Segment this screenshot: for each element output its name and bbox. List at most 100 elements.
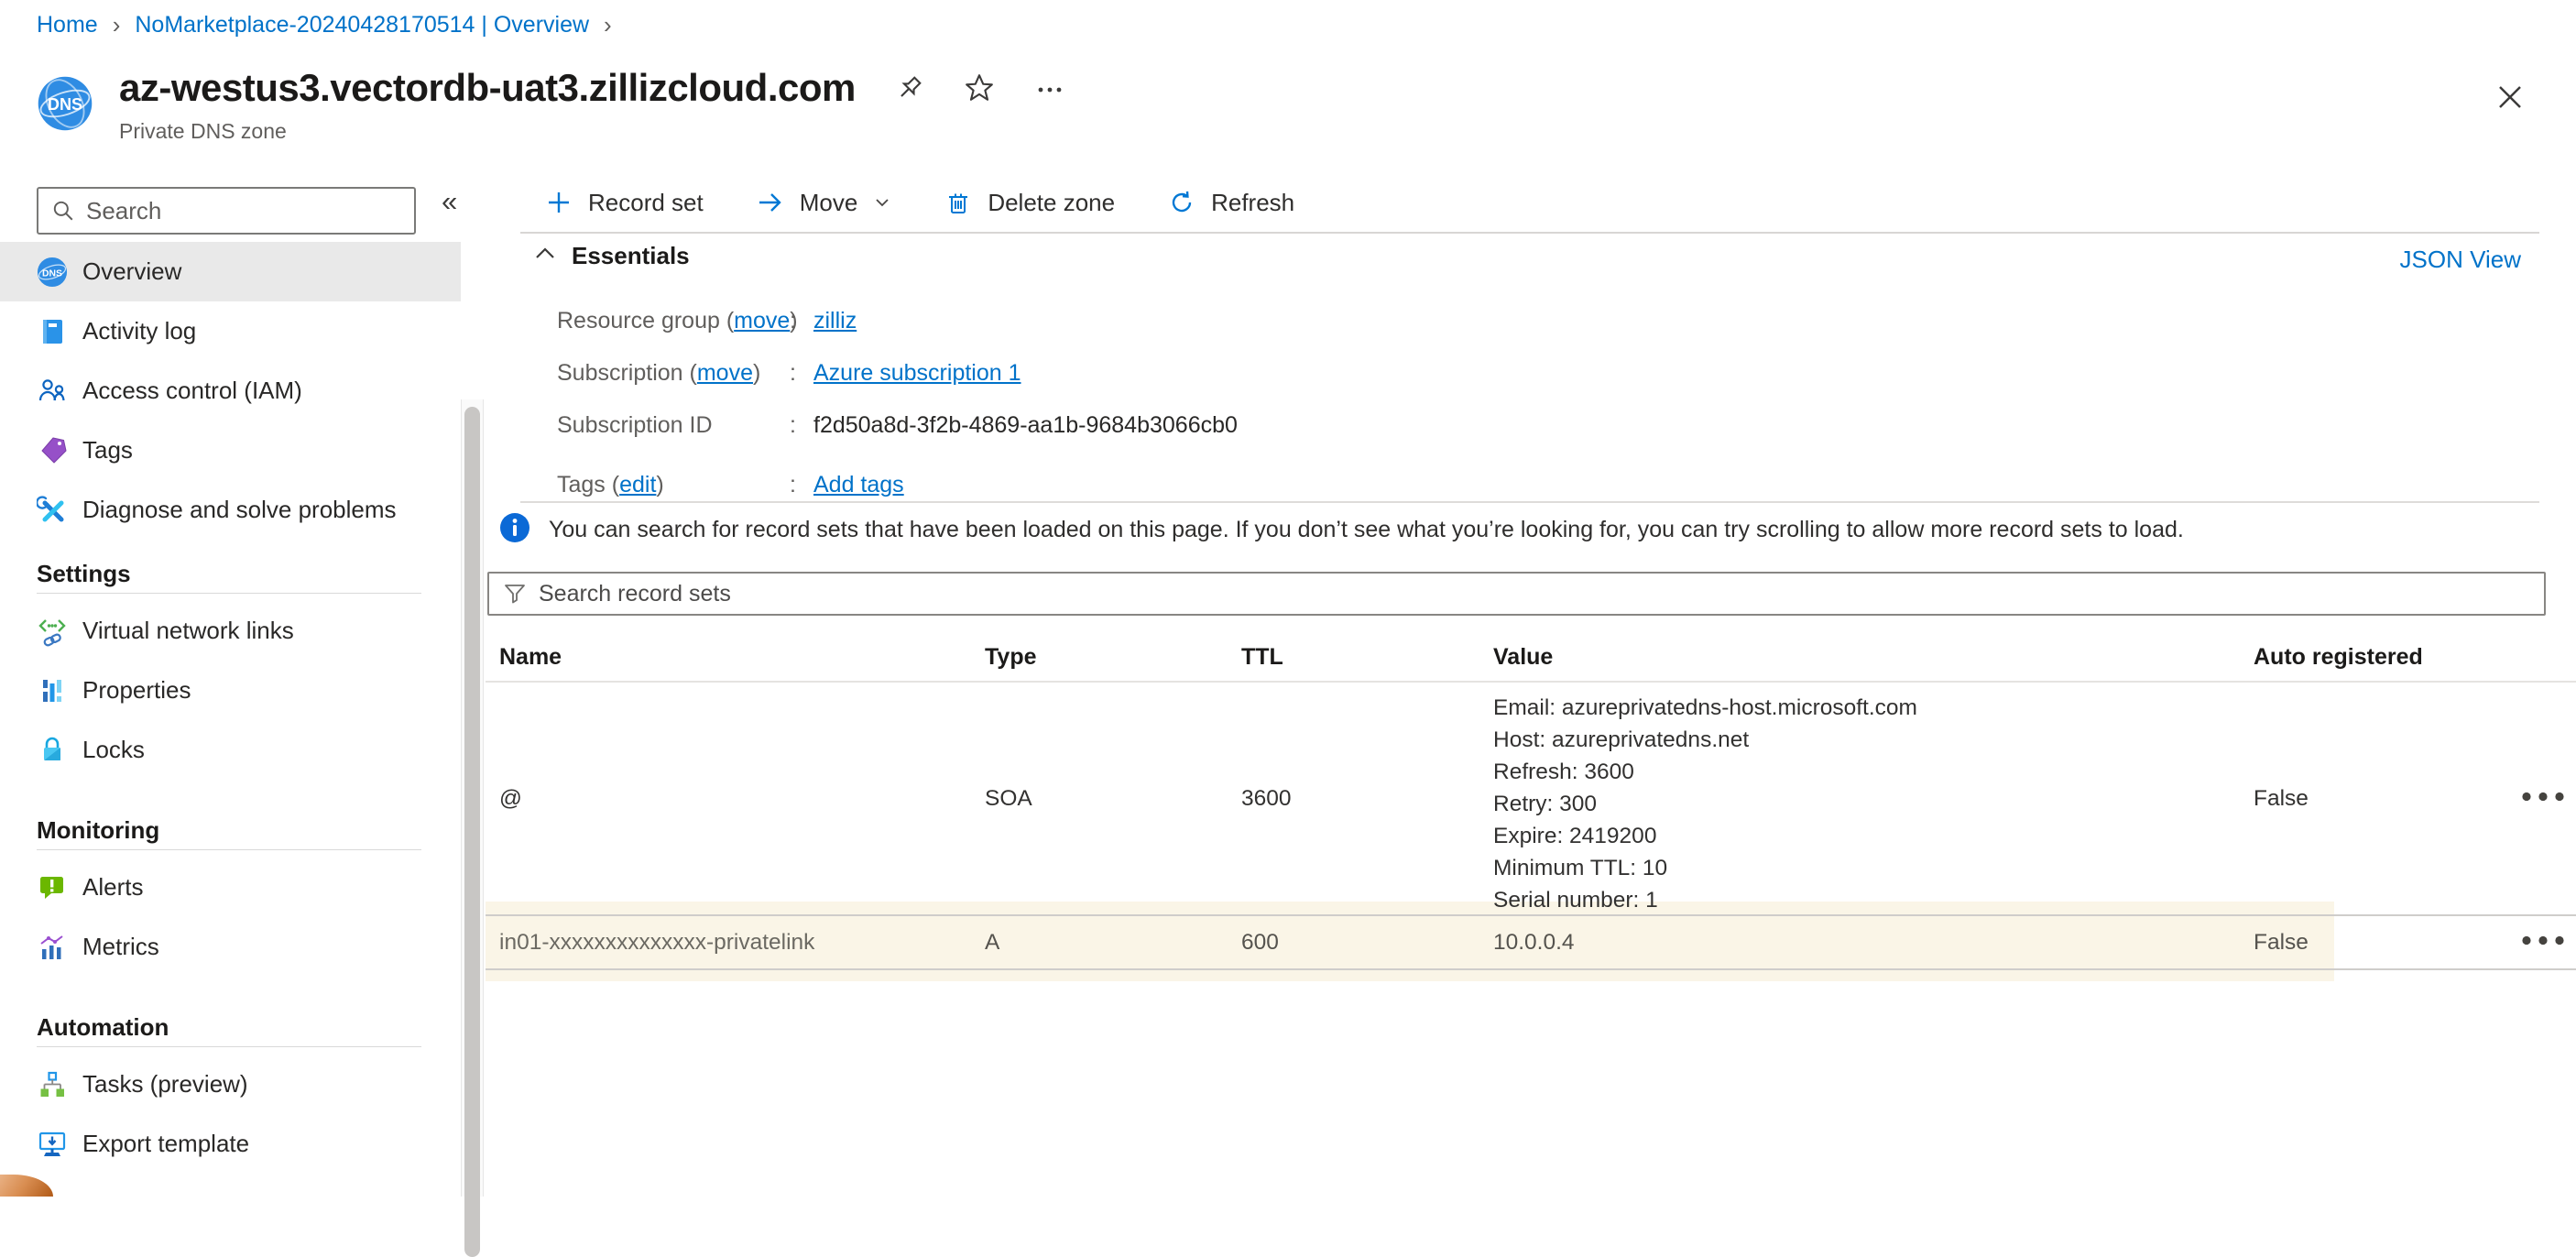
breadcrumb-separator: › (604, 11, 612, 39)
sidebar-item-tasks[interactable]: Tasks (preview) (0, 1055, 461, 1114)
divider (37, 1046, 421, 1047)
sidebar-item-label: Export template (82, 1130, 249, 1158)
diagnose-tools-icon (37, 495, 68, 526)
info-icon (499, 512, 530, 548)
subscription-value-link[interactable]: Azure subscription 1 (813, 360, 1021, 386)
divider (37, 849, 421, 850)
essentials-row-tags: Tags (edit) : Add tags (557, 459, 2521, 511)
sidebar-item-label: Tasks (preview) (82, 1070, 248, 1099)
add-tags-link[interactable]: Add tags (813, 472, 904, 497)
refresh-label: Refresh (1211, 189, 1294, 217)
record-name: @ (499, 786, 522, 812)
tags-edit-link[interactable]: edit (619, 472, 656, 497)
sidebar-item-overview[interactable]: DNS Overview (0, 242, 461, 301)
sidebar-item-label: Overview (82, 257, 181, 286)
essentials-row-subscription-id: Subscription ID : f2d50a8d-3f2b-4869-aa1… (557, 399, 2521, 452)
record-set-search-input[interactable] (539, 581, 2544, 607)
record-value: 10.0.0.4 (1493, 930, 1575, 956)
delete-zone-label: Delete zone (988, 189, 1115, 217)
refresh-button[interactable]: Refresh (1168, 189, 1294, 217)
page-header: DNS az-westus3.vectordb-uat3.zillizcloud… (37, 66, 1066, 144)
resource-menu: « DNS Overview (0, 174, 484, 1197)
sidebar-item-access-control[interactable]: Access control (IAM) (0, 361, 461, 421)
essentials-grid: Resource group (move) : zilliz Subscript… (557, 295, 2521, 511)
filter-icon (502, 581, 528, 607)
record-type: SOA (985, 786, 1032, 812)
record-auto-registered: False (2254, 786, 2309, 812)
sidebar-item-label: Diagnose and solve problems (82, 496, 397, 524)
sidebar-item-alerts[interactable]: Alerts (0, 858, 461, 917)
export-template-icon (37, 1129, 68, 1160)
sidebar-item-activity-log[interactable]: Activity log (0, 301, 461, 361)
more-options-icon[interactable] (1033, 72, 1066, 104)
sidebar-item-metrics[interactable]: Metrics (0, 917, 461, 977)
close-icon[interactable] (2490, 77, 2534, 121)
column-header-auto-registered: Auto registered (2254, 632, 2423, 683)
resource-group-move-link[interactable]: move (734, 308, 790, 333)
divider (520, 232, 2539, 234)
sidebar-item-virtual-network-links[interactable]: Virtual network links (0, 601, 461, 661)
row-more-options-icon[interactable] (2519, 934, 2576, 951)
command-bar: Record set Move (545, 174, 1348, 231)
subscription-id-label: Subscription ID (557, 412, 713, 438)
breadcrumb-resource-link[interactable]: NoMarketplace-20240428170514 | Overview (135, 12, 589, 38)
azure-portal-blade: Home › NoMarketplace-20240428170514 | Ov… (0, 0, 2576, 1197)
trash-icon (944, 189, 972, 216)
column-header-value: Value (1493, 632, 1553, 683)
sidebar-item-label: Metrics (82, 933, 159, 961)
sidebar-item-export-template[interactable]: Export template (0, 1114, 461, 1174)
divider (520, 501, 2539, 503)
overview-blade-content: Record set Move (486, 174, 2576, 1197)
sidebar-item-label: Alerts (82, 873, 143, 902)
json-view-link[interactable]: JSON View (2400, 246, 2521, 274)
sidebar-item-label: Virtual network links (82, 617, 294, 645)
record-set-button[interactable]: Record set (545, 189, 704, 217)
sidebar-item-locks[interactable]: Locks (0, 720, 461, 780)
record-ttl: 3600 (1241, 786, 1292, 812)
column-header-ttl: TTL (1241, 632, 1283, 683)
arrow-right-icon (757, 189, 784, 216)
record-auto-registered: False (2254, 930, 2309, 956)
breadcrumb: Home › NoMarketplace-20240428170514 | Ov… (37, 11, 612, 39)
sidebar-item-label: Tags (82, 436, 133, 465)
dns-globe-icon: DNS (37, 257, 68, 288)
favorite-star-icon[interactable] (964, 72, 995, 104)
sidebar-item-properties[interactable]: Properties (0, 661, 461, 720)
sidebar-section-monitoring: Monitoring (37, 811, 484, 849)
record-set-label: Record set (588, 189, 704, 217)
record-type: A (985, 930, 999, 956)
record-ttl: 600 (1241, 930, 1279, 956)
column-header-type: Type (985, 632, 1037, 683)
essentials-row-resource-group: Resource group (move) : zilliz (557, 295, 2521, 347)
menu-search-input[interactable] (86, 197, 379, 225)
table-row-a-record[interactable]: in01-xxxxxxxxxxxxxx-privatelink A 600 10… (486, 914, 2576, 970)
sidebar-scrollbar-thumb[interactable] (464, 407, 480, 1257)
row-more-options-icon[interactable] (2519, 790, 2576, 807)
table-row-soa[interactable]: @ SOA 3600 Email: azureprivatedns-host.m… (486, 683, 2576, 914)
resource-group-label: Resource group ( (557, 308, 734, 333)
sidebar-section-automation: Automation (37, 1008, 484, 1046)
sidebar-item-tags[interactable]: Tags (0, 421, 461, 480)
record-sets-table: Name Type TTL Value Auto registered @ SO… (486, 632, 2576, 970)
record-set-search-box (487, 572, 2546, 616)
breadcrumb-home-link[interactable]: Home (37, 12, 98, 38)
menu-items: DNS Overview Activity log (0, 242, 484, 1174)
svg-text:DNS: DNS (48, 95, 82, 114)
essentials-title: Essentials (572, 242, 690, 270)
delete-zone-button[interactable]: Delete zone (944, 189, 1115, 217)
page-title: az-westus3.vectordb-uat3.zillizcloud.com (119, 66, 856, 110)
svg-text:DNS: DNS (42, 268, 62, 279)
sidebar-section-settings: Settings (37, 554, 484, 593)
column-header-name: Name (499, 632, 562, 683)
collapse-sidebar-icon[interactable]: « (442, 185, 457, 218)
sidebar-item-diagnose[interactable]: Diagnose and solve problems (0, 480, 461, 540)
move-button[interactable]: Move (757, 189, 892, 217)
record-name: in01-xxxxxxxxxxxxxx-privatelink (499, 930, 814, 956)
subscription-move-link[interactable]: move (697, 360, 753, 386)
pin-icon[interactable] (894, 72, 925, 104)
sidebar-item-label: Properties (82, 676, 191, 705)
activity-log-icon (37, 316, 68, 347)
resource-group-value-link[interactable]: zilliz (813, 308, 857, 333)
subscription-id-value: f2d50a8d-3f2b-4869-aa1b-9684b3066cb0 (813, 412, 1238, 439)
essentials-toggle[interactable]: Essentials (534, 242, 690, 270)
